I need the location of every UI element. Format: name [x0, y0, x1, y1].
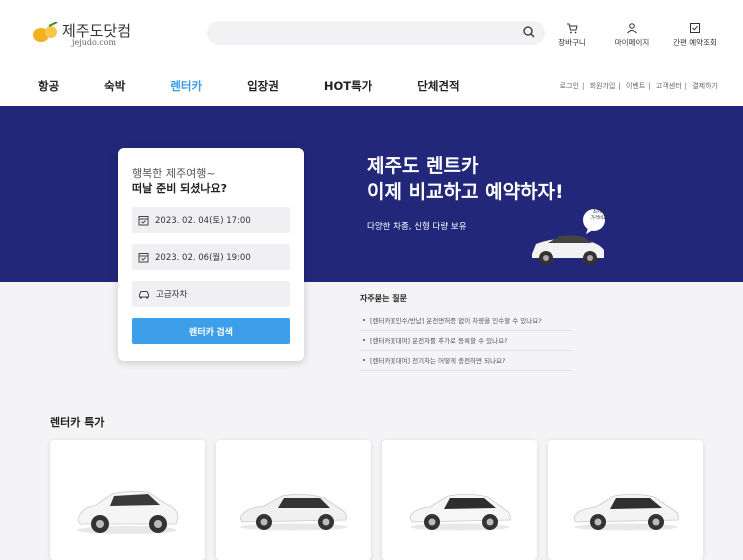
site-header: 제주도닷컴 jejudo.com 장바구니 마이페이지 간편 예약조회 항공 숙… [0, 0, 743, 106]
cart-button[interactable]: 장바구니 [549, 22, 595, 48]
rentcar-search-button[interactable]: 렌터카 검색 [132, 318, 290, 344]
car-image [77, 490, 179, 534]
faq-item[interactable]: [렌터카][인수/반납] 운전면허증 없이 차량을 인수할 수 있나요? [360, 311, 572, 331]
banner-title-line2: 이제 비교하고 예약하자! [367, 181, 564, 203]
faq-section: 자주묻는 질문 [렌터카][인수/반납] 운전면허증 없이 차량을 인수할 수 … [360, 293, 572, 371]
user-icon [627, 23, 637, 34]
hero-banner: 제주도 렌트카 이제 비교하고 예약하자! 다양한 차종, 신형 다량 보유 최… [0, 106, 743, 282]
utility-menu: 장바구니 마이페이지 간편 예약조회 [549, 22, 721, 48]
faq-item[interactable]: [렌터카][대여] 전기차는 어떻게 충전하면 되나요? [360, 351, 572, 371]
nav-item-flight[interactable]: 항공 [38, 78, 59, 94]
banner-subtitle: 다양한 차종, 신형 다량 보유 [367, 222, 467, 232]
return-datetime: 2023. 02. 06(월) 19:00 [155, 253, 251, 263]
car-type: 고급자차 [156, 290, 188, 300]
reservation-check-label: 간편 예약조회 [673, 38, 717, 47]
mypage-label: 마이페이지 [614, 38, 650, 47]
faq-item[interactable]: [렌터카][대여] 운전자를 추가로 등록할 수 있나요? [360, 331, 572, 351]
logo-sub: jejudo.com [72, 38, 117, 47]
car-image [239, 494, 348, 531]
login-link[interactable]: 로그인 [560, 82, 579, 90]
reservation-check-button[interactable]: 간편 예약조회 [669, 22, 721, 48]
logo-icon [33, 22, 58, 42]
search-icon[interactable] [521, 24, 537, 40]
deal-card[interactable] [50, 440, 205, 560]
cart-icon [567, 23, 578, 34]
deals-section-title: 렌터카 특가 [50, 416, 105, 429]
main-nav: 항공 숙박 렌터카 입장권 HOT특가 단체견적 [38, 78, 505, 94]
payment-link[interactable]: 결제하기 [692, 82, 718, 90]
nav-item-hot-deals[interactable]: HOT특가 [324, 78, 372, 94]
calendar-icon [138, 215, 149, 225]
search-input[interactable] [219, 25, 509, 41]
car-image [573, 493, 679, 531]
car-type-field[interactable]: 고급자차 [132, 281, 290, 307]
logo[interactable]: 제주도닷컴 jejudo.com [32, 22, 142, 48]
nav-item-lodging[interactable]: 숙박 [104, 78, 125, 94]
pickup-datetime: 2023. 02. 04(토) 17:00 [155, 216, 251, 226]
deal-card[interactable] [216, 440, 371, 560]
mypage-button[interactable]: 마이페이지 [609, 22, 655, 48]
support-link[interactable]: 고객센터 [656, 82, 682, 90]
deal-card[interactable] [382, 440, 537, 560]
car-icon [139, 290, 149, 298]
calendar-icon [138, 252, 149, 262]
cart-label: 장바구니 [558, 38, 586, 47]
price-compare-badge: 최저가 가격비교 [590, 210, 608, 221]
banner-title: 제주도 렌트카 이제 비교하고 예약하자! [367, 153, 564, 205]
pickup-datetime-field[interactable]: 2023. 02. 04(토) 17:00 [132, 207, 290, 233]
banner-title-line1: 제주도 렌트카 [367, 155, 479, 177]
event-link[interactable]: 이벤트 [626, 82, 645, 90]
card-greeting: 행복한 제주여행~ [132, 167, 216, 180]
checkbox-icon [690, 23, 700, 33]
search-bar[interactable] [207, 21, 545, 45]
account-links: 로그인 | 회원가입 | 이벤트 | 고객센터 | 결제하기 [559, 82, 718, 90]
faq-title: 자주묻는 질문 [360, 294, 407, 303]
card-prompt: 떠날 준비 되셨나요? [132, 182, 227, 195]
nav-item-rentcar[interactable]: 렌터카 [170, 78, 202, 94]
rentcar-search-card: 행복한 제주여행~ 떠날 준비 되셨나요? 2023. 02. 04(토) 17… [118, 148, 304, 361]
car-image [409, 493, 511, 531]
deal-card[interactable] [548, 440, 703, 560]
signup-link[interactable]: 회원가입 [590, 82, 616, 90]
return-datetime-field[interactable]: 2023. 02. 06(월) 19:00 [132, 244, 290, 270]
nav-item-group-quote[interactable]: 단체견적 [417, 78, 459, 94]
nav-item-tickets[interactable]: 입장권 [247, 78, 279, 94]
